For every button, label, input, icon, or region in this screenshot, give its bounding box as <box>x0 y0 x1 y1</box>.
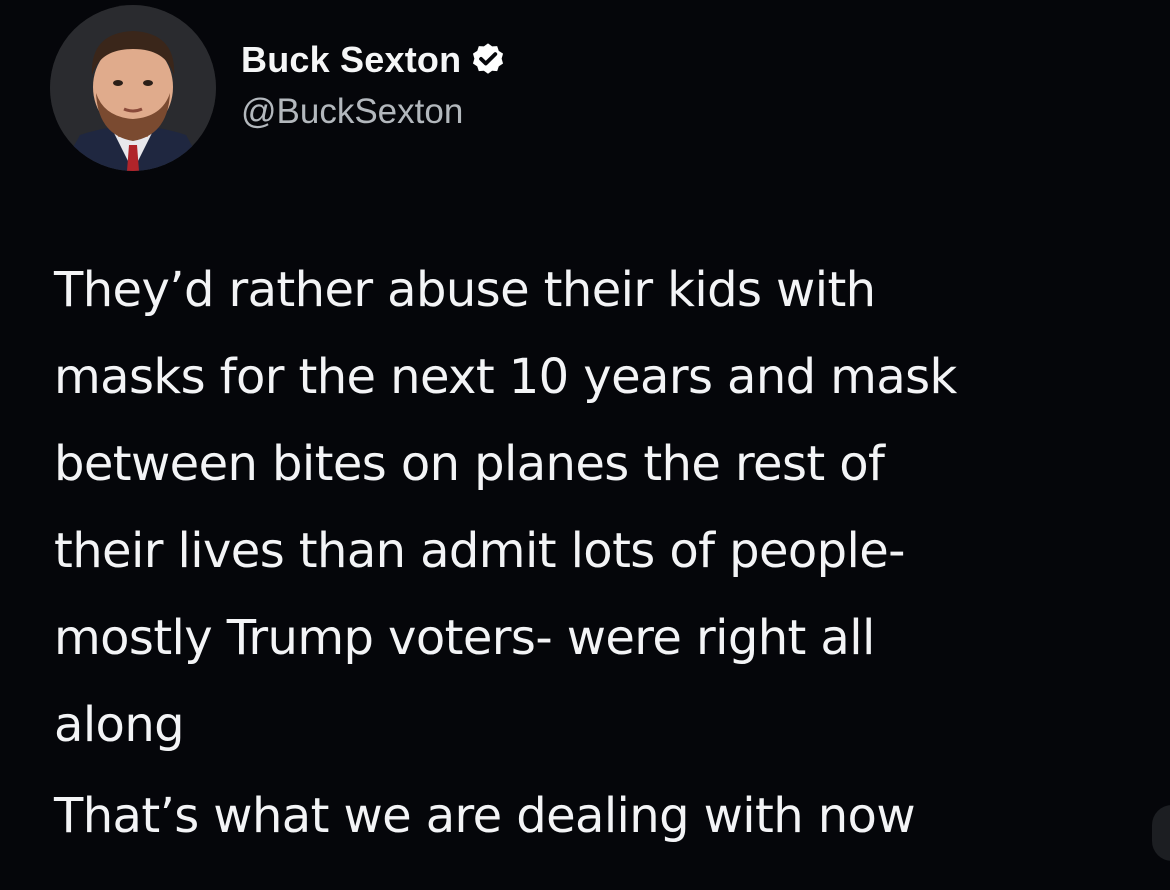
tweet-paragraph: They’d rather abuse their kids with mask… <box>54 262 957 753</box>
tweet-card: Buck Sexton @BuckSexton They’d rather ab… <box>0 0 1170 890</box>
author-block: Buck Sexton @BuckSexton <box>241 38 507 132</box>
author-avatar[interactable] <box>50 5 216 171</box>
verified-badge-icon <box>473 43 504 74</box>
tweet-text: They’d rather abuse their kids with mask… <box>54 247 1170 860</box>
author-handle[interactable]: @BuckSexton <box>241 92 507 132</box>
profile-photo-icon <box>50 5 216 171</box>
display-name[interactable]: Buck Sexton <box>241 39 461 81</box>
tweet-paragraph: That’s what we are dealing with now <box>54 788 916 844</box>
name-row: Buck Sexton <box>241 38 507 82</box>
